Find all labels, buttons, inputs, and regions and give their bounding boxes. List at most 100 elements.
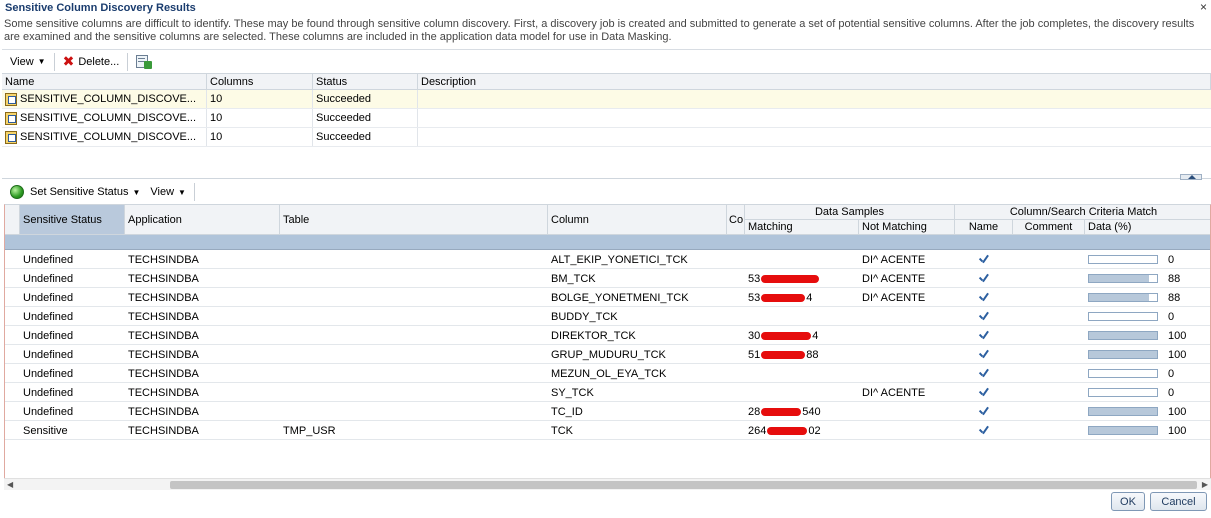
job-icon — [5, 130, 17, 144]
table-cell — [280, 307, 548, 326]
discovery-jobs-table: Name Columns Status Description SENSITIV… — [2, 73, 1211, 179]
scroll-left-icon[interactable]: ◀ — [7, 480, 13, 489]
progress-fill — [1089, 332, 1157, 339]
not-matching-sample-cell — [859, 364, 955, 383]
scrollbar-thumb[interactable] — [170, 481, 1197, 489]
application-cell: TECHSINDBA — [128, 424, 199, 437]
column-cell: DIREKTOR_TCK — [551, 329, 636, 342]
header-co[interactable]: Co — [727, 205, 745, 235]
checkmark-icon — [978, 254, 990, 266]
table-row[interactable]: Undefined TECHSINDBA TC_ID 28 540 100 — [5, 402, 1210, 421]
table-cell — [280, 269, 548, 288]
not-matching-sample-cell: DI^ ACENTE — [862, 291, 926, 304]
checkmark-icon — [978, 330, 990, 342]
table-row[interactable]: Sensitive TECHSINDBA TMP_USR TCK 264 02 100 — [5, 421, 1210, 440]
header-table[interactable]: Table — [280, 205, 548, 235]
redaction-mark — [767, 426, 808, 435]
table-row[interactable]: SENSITIVE_COLUMN_DISCOVE... 10 Succeeded — [2, 109, 1211, 128]
matching-sample-cell: 28 540 — [745, 402, 859, 421]
results-view-menu-button[interactable]: View ▼ — [148, 181, 194, 203]
data-match-bar-cell — [1085, 364, 1165, 383]
table-row[interactable]: Undefined TECHSINDBA MEZUN_OL_EYA_TCK 0 — [5, 364, 1210, 383]
scroll-right-icon[interactable]: ▶ — [1202, 480, 1208, 489]
job-description — [418, 109, 1211, 127]
header-comment[interactable]: Comment — [1013, 220, 1085, 235]
application-cell: TECHSINDBA — [128, 310, 199, 323]
matching-sample-prefix: 28 — [748, 405, 761, 418]
table-row[interactable]: Undefined TECHSINDBA BOLGE_YONETMENI_TCK 53… — [5, 288, 1210, 307]
redaction-mark — [761, 407, 802, 416]
column-cell: SY_TCK — [551, 386, 594, 399]
header-status[interactable]: Status — [313, 74, 418, 89]
header-sensitive-status[interactable]: Sensitive Status — [20, 205, 125, 235]
data-match-percent: 0 — [1168, 253, 1175, 266]
matching-sample-prefix: 264 — [748, 424, 767, 437]
data-match-progress-bar — [1088, 369, 1158, 378]
table-row[interactable]: Undefined TECHSINDBA GRUP_MUDURU_TCK 51 88 10… — [5, 345, 1210, 364]
data-match-percent: 88 — [1168, 272, 1181, 285]
sensitive-status-cell: Undefined — [23, 253, 74, 266]
data-match-bar-cell — [1085, 345, 1165, 364]
progress-fill — [1089, 351, 1157, 358]
table-row[interactable]: Undefined TECHSINDBA ALT_EKIP_YONETICI_TCK… — [5, 250, 1210, 269]
header-criteria-name[interactable]: Name — [955, 220, 1013, 235]
checkmark-icon — [978, 387, 990, 399]
set-sensitive-status-button[interactable]: Set Sensitive Status ▼ — [2, 181, 148, 203]
header-application[interactable]: Application — [125, 205, 280, 235]
matching-sample-cell — [745, 364, 859, 383]
header-not-matching[interactable]: Not Matching — [859, 220, 955, 235]
name-match-cell — [955, 326, 1013, 345]
job-status: Succeeded — [313, 109, 418, 127]
sensitive-status-cell: Undefined — [23, 367, 74, 380]
sensitive-status-cell: Sensitive — [23, 424, 68, 437]
job-status: Succeeded — [313, 128, 418, 146]
delete-button[interactable]: ✖ Delete... — [55, 51, 128, 73]
header-matching[interactable]: Matching — [745, 220, 859, 235]
view-menu-button[interactable]: View ▼ — [2, 51, 54, 73]
table-cell — [280, 288, 548, 307]
close-icon[interactable]: × — [1200, 0, 1207, 14]
job-name: SENSITIVE_COLUMN_DISCOVE... — [20, 131, 197, 143]
header-data-samples: Data Samples — [745, 205, 955, 220]
table-row[interactable]: Undefined TECHSINDBA SY_TCK DI^ ACENTE 0 — [5, 383, 1210, 402]
table-row[interactable]: Undefined TECHSINDBA BM_TCK 53 DI^ ACENTE 88 — [5, 269, 1210, 288]
job-description — [418, 90, 1211, 108]
application-cell: TECHSINDBA — [128, 367, 199, 380]
column-cell: TC_ID — [551, 405, 583, 418]
set-status-label: Set Sensitive Status — [30, 186, 129, 198]
not-matching-sample-cell — [859, 307, 955, 326]
name-match-cell — [955, 421, 1013, 440]
data-match-percent: 0 — [1168, 367, 1175, 380]
matching-sample-cell — [745, 250, 859, 269]
data-match-progress-bar — [1088, 388, 1158, 397]
sensitive-status-cell: Undefined — [23, 291, 74, 304]
export-button[interactable] — [128, 51, 160, 73]
cancel-button[interactable]: Cancel — [1150, 492, 1207, 511]
header-data-pct[interactable]: Data (%) — [1085, 220, 1210, 235]
header-column[interactable]: Column — [548, 205, 727, 235]
table-row[interactable]: Undefined TECHSINDBA DIREKTOR_TCK 30 4 100 — [5, 326, 1210, 345]
ok-button[interactable]: OK — [1111, 492, 1145, 511]
application-cell: TECHSINDBA — [128, 386, 199, 399]
column-cell: TCK — [551, 424, 573, 437]
matching-sample-cell — [745, 307, 859, 326]
data-match-bar-cell — [1085, 288, 1165, 307]
sensitive-status-cell: Undefined — [23, 348, 74, 361]
data-match-bar-cell — [1085, 383, 1165, 402]
header-description[interactable]: Description — [418, 74, 1211, 89]
name-match-cell — [955, 250, 1013, 269]
table-row[interactable]: SENSITIVE_COLUMN_DISCOVE... 10 Succeeded — [2, 90, 1211, 109]
data-match-progress-bar — [1088, 350, 1158, 359]
header-columns[interactable]: Columns — [207, 74, 313, 89]
table-cell — [280, 364, 548, 383]
table-row[interactable]: SENSITIVE_COLUMN_DISCOVE... 10 Succeeded — [2, 128, 1211, 147]
table-row[interactable]: Undefined TECHSINDBA BUDDY_TCK 0 — [5, 307, 1210, 326]
filter-row[interactable] — [5, 235, 1210, 250]
header-name[interactable]: Name — [2, 74, 207, 89]
horizontal-scrollbar[interactable]: ◀ ▶ — [4, 478, 1211, 490]
redaction-mark — [761, 274, 820, 283]
data-match-percent: 88 — [1168, 291, 1181, 304]
job-status: Succeeded — [313, 90, 418, 108]
delete-icon: ✖ — [62, 53, 75, 69]
data-match-bar-cell — [1085, 250, 1165, 269]
